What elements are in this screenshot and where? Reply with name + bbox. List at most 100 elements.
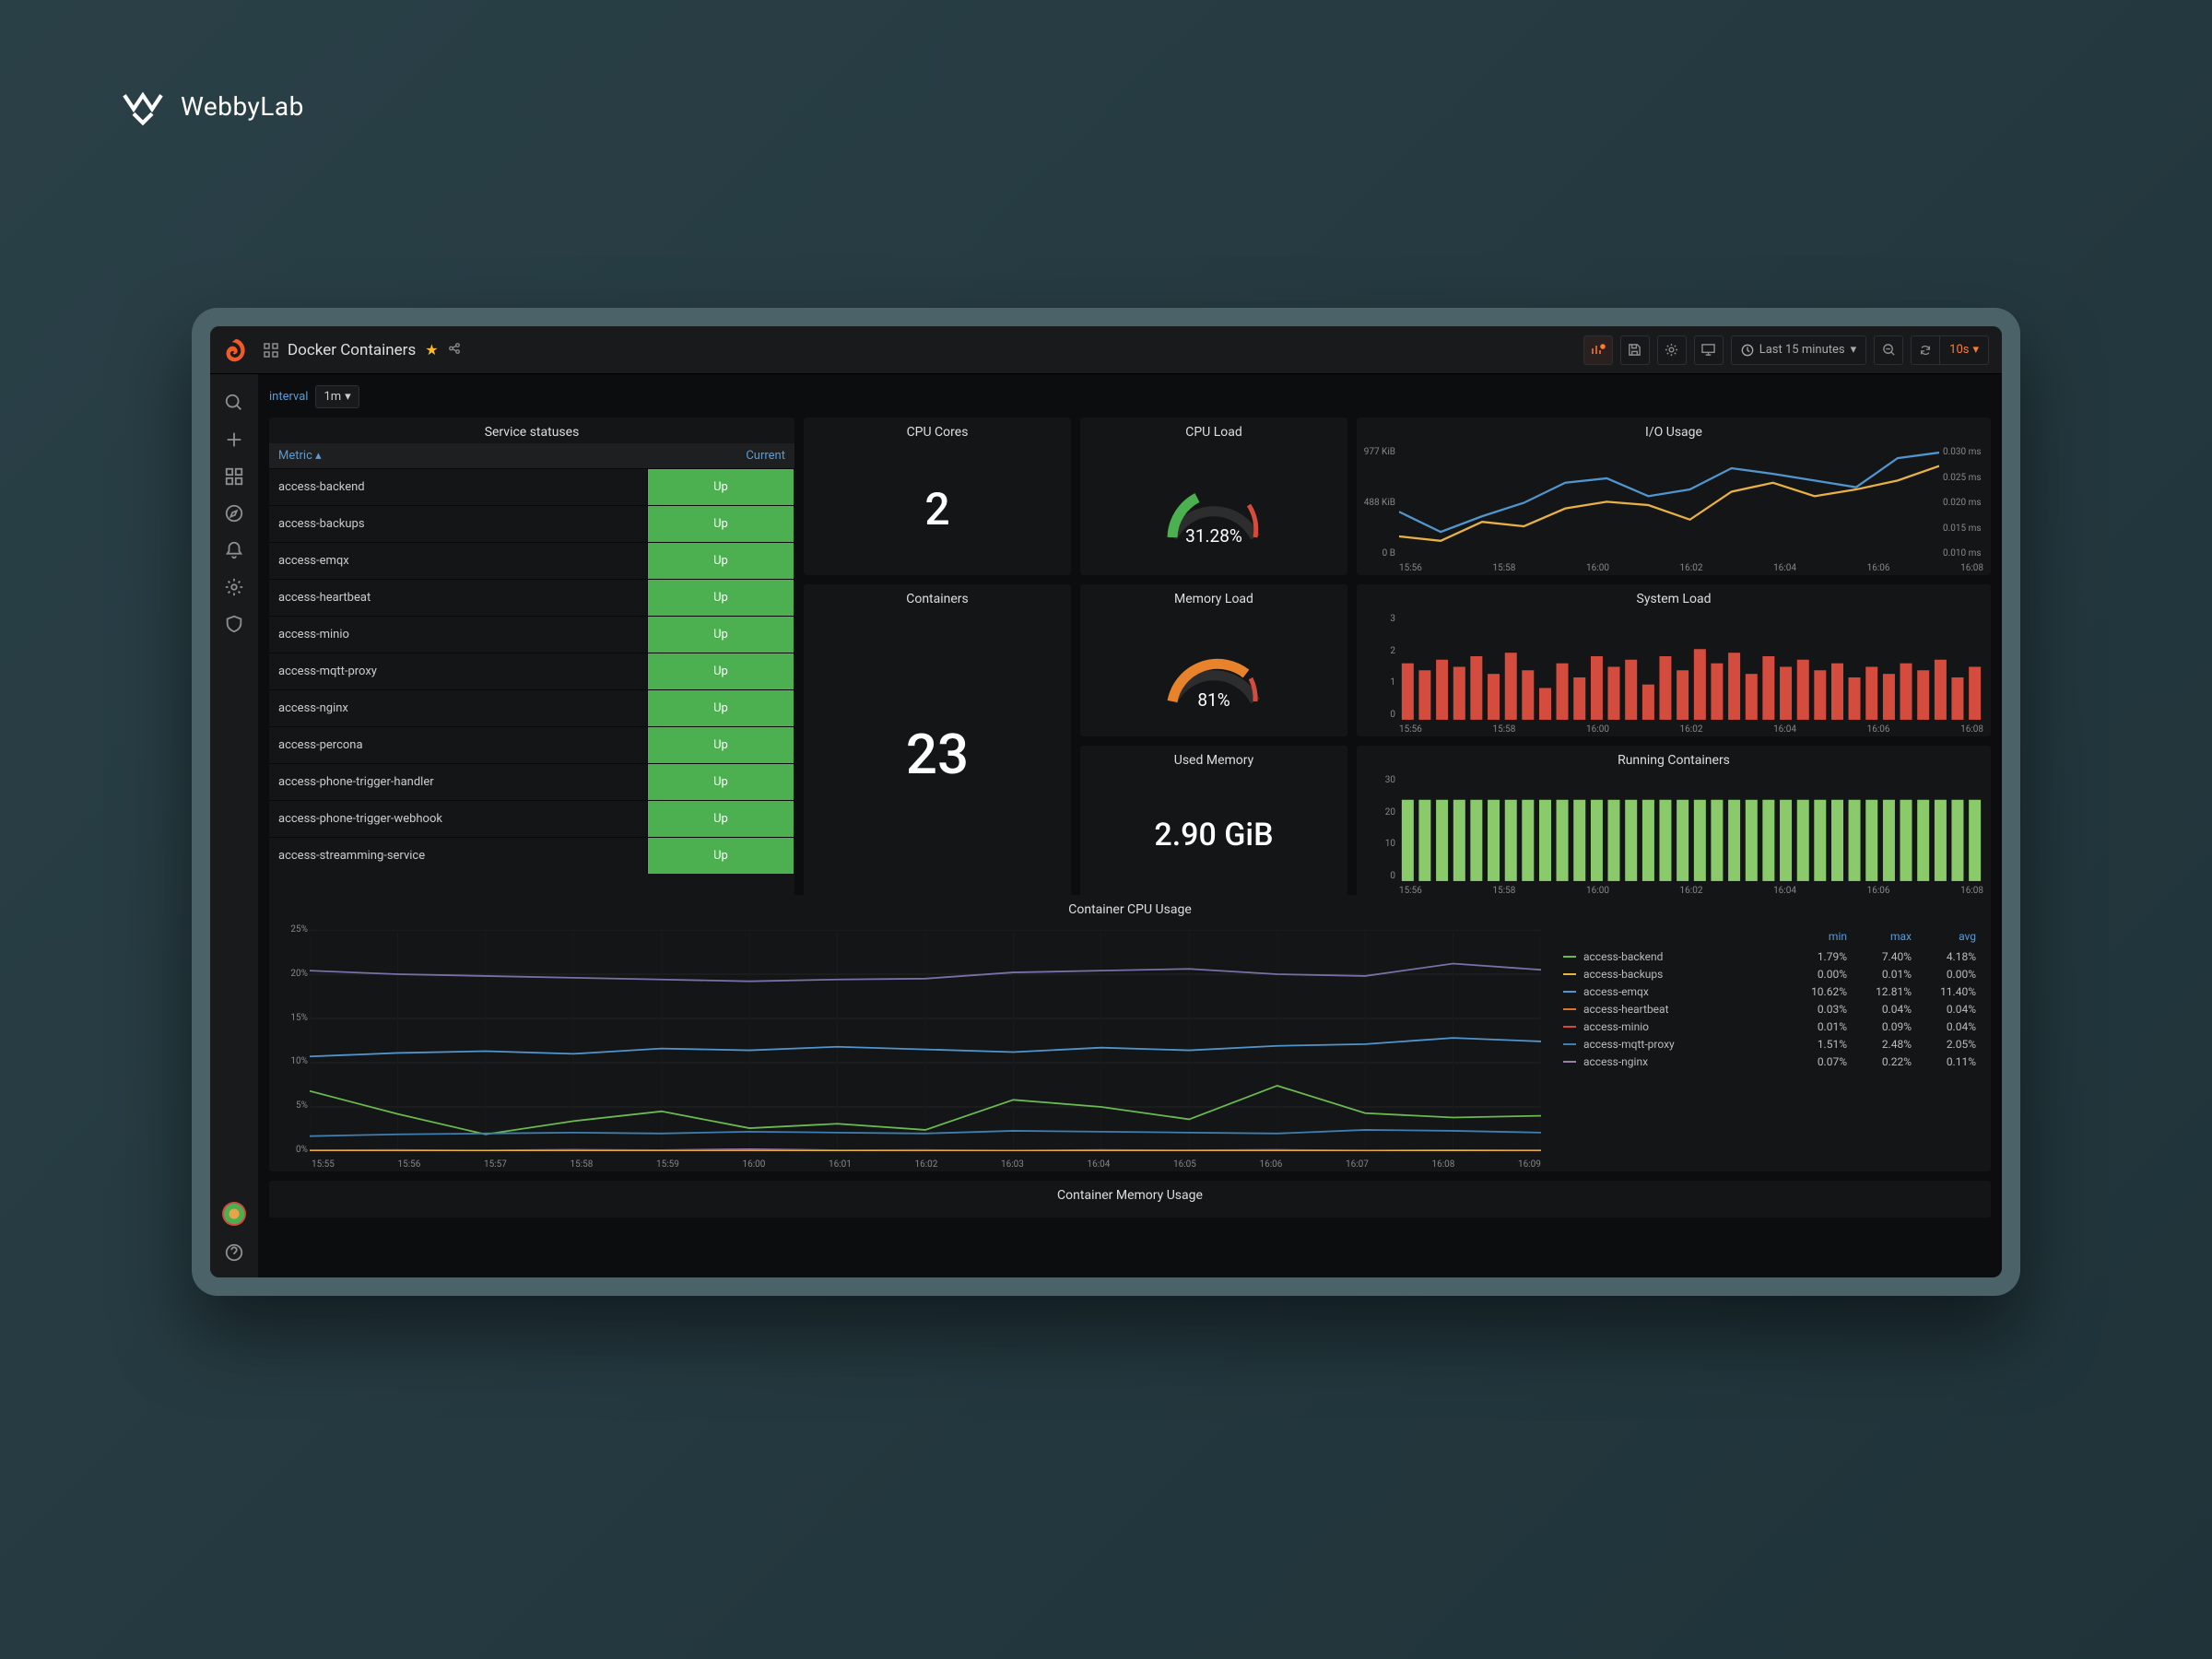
status-badge: Up xyxy=(647,801,794,837)
table-header: Metric ▴ Current xyxy=(269,443,794,468)
panel-title: Running Containers xyxy=(1357,746,1991,771)
metric-name: access-mqtt-proxy xyxy=(269,665,647,678)
panel-system-load[interactable]: System Load 3210 15:5615:5816:0016:0216:… xyxy=(1357,584,1991,736)
shield-icon[interactable] xyxy=(224,614,244,634)
share-icon[interactable] xyxy=(448,341,461,359)
config-icon[interactable] xyxy=(224,577,244,597)
status-badge: Up xyxy=(647,653,794,689)
status-badge: Up xyxy=(647,727,794,763)
gauge-value: 31.28% xyxy=(1159,525,1269,547)
metric-name: access-heartbeat xyxy=(269,591,647,605)
alerting-icon[interactable] xyxy=(224,540,244,560)
status-badge: Up xyxy=(647,580,794,616)
chevron-down-icon: ▾ xyxy=(345,390,351,404)
zoom-out-icon[interactable] xyxy=(1874,335,1903,365)
top-bar: Docker Containers ★ Last 15 minutes ▾ 10… xyxy=(210,326,2002,374)
sort-asc-icon: ▴ xyxy=(315,449,322,463)
metric-name: access-phone-trigger-webhook xyxy=(269,812,647,826)
help-icon[interactable] xyxy=(224,1242,244,1263)
legend-row[interactable]: access-backend1.79%7.40%4.18% xyxy=(1563,950,1976,963)
legend-row[interactable]: access-nginx0.07%0.22%0.11% xyxy=(1563,1055,1976,1068)
var-interval-select[interactable]: 1m▾ xyxy=(315,385,359,408)
search-icon[interactable] xyxy=(224,393,244,413)
panel-running-containers[interactable]: Running Containers 3020100 15:5615:5816:… xyxy=(1357,746,1991,898)
panel-title: Container CPU Usage xyxy=(269,895,1991,921)
legend-row[interactable]: access-mqtt-proxy1.51%2.48%2.05% xyxy=(1563,1038,1976,1051)
refresh-icon[interactable] xyxy=(1911,335,1940,365)
metric-name: access-backend xyxy=(269,480,647,494)
panel-title: I/O Usage xyxy=(1357,418,1991,443)
brand-logo: WebbyLab xyxy=(120,83,304,129)
panel-memory-load[interactable]: Memory Load 81% xyxy=(1080,584,1347,736)
metric-name: access-percona xyxy=(269,738,647,752)
gauge-value: 81% xyxy=(1159,689,1269,711)
table-row: access-phone-trigger-webhookUp xyxy=(269,800,794,837)
star-icon[interactable]: ★ xyxy=(425,341,438,359)
screen: Docker Containers ★ Last 15 minutes ▾ 10… xyxy=(210,326,2002,1277)
var-interval-label: interval xyxy=(269,390,308,404)
add-panel-icon[interactable] xyxy=(1583,335,1613,365)
legend: minmaxavg access-backend1.79%7.40%4.18%a… xyxy=(1548,921,1991,1171)
refresh-interval[interactable]: 10s▾ xyxy=(1940,335,1989,365)
table-row: access-streamming-serviceUp xyxy=(269,837,794,874)
metric-name: access-emqx xyxy=(269,554,647,568)
stat-value: 2 xyxy=(804,443,1071,575)
panel-title: Used Memory xyxy=(1080,746,1347,771)
panel-title: Service statuses xyxy=(269,418,794,443)
variable-row: interval 1m▾ xyxy=(269,385,1991,408)
plus-icon[interactable] xyxy=(224,429,244,450)
stat-value: 2.90 GiB xyxy=(1080,771,1347,898)
status-badge: Up xyxy=(647,617,794,653)
panel-io-usage[interactable]: I/O Usage 977 KiB488 KiB0 B 0.030 ms0.02… xyxy=(1357,418,1991,575)
dashboards-icon[interactable] xyxy=(224,466,244,487)
panel-cpu-cores[interactable]: CPU Cores 2 xyxy=(804,418,1071,575)
legend-row[interactable]: access-emqx10.62%12.81%11.40% xyxy=(1563,985,1976,998)
main: interval 1m▾ Service statuses Metric ▴ C… xyxy=(258,374,2002,1277)
dashboard-title[interactable]: Docker Containers xyxy=(288,341,416,359)
metric-name: access-phone-trigger-handler xyxy=(269,775,647,789)
explore-icon[interactable] xyxy=(224,503,244,524)
table-row: access-mqtt-proxyUp xyxy=(269,653,794,689)
panel-title: Container Memory Usage xyxy=(269,1181,1991,1206)
panel-cpu-load[interactable]: CPU Load 31.28% xyxy=(1080,418,1347,575)
dashboard-icon xyxy=(264,343,278,358)
monitor-icon[interactable] xyxy=(1694,335,1724,365)
panel-service-statuses[interactable]: Service statuses Metric ▴ Current access… xyxy=(269,418,794,898)
brand-name: WebbyLab xyxy=(181,91,304,122)
grafana-logo-icon xyxy=(223,337,249,363)
status-badge: Up xyxy=(647,506,794,542)
table-row: access-backupsUp xyxy=(269,505,794,542)
stat-value: 23 xyxy=(804,610,1071,898)
device-frame: Docker Containers ★ Last 15 minutes ▾ 10… xyxy=(192,308,2020,1296)
sidebar xyxy=(210,374,258,1277)
table-row: access-emqxUp xyxy=(269,542,794,579)
panel-title: CPU Cores xyxy=(804,418,1071,443)
status-badge: Up xyxy=(647,838,794,874)
table-row: access-minioUp xyxy=(269,616,794,653)
panel-container-cpu-usage[interactable]: Container CPU Usage 25%20%15%10%5%0% 15:… xyxy=(269,895,1991,1171)
table-row: access-perconaUp xyxy=(269,726,794,763)
settings-icon[interactable] xyxy=(1657,335,1687,365)
legend-row[interactable]: access-minio0.01%0.09%0.04% xyxy=(1563,1020,1976,1033)
legend-row[interactable]: access-heartbeat0.03%0.04%0.04% xyxy=(1563,1003,1976,1016)
metric-name: access-nginx xyxy=(269,701,647,715)
panel-used-memory[interactable]: Used Memory 2.90 GiB xyxy=(1080,746,1347,898)
chevron-down-icon: ▾ xyxy=(1972,343,1979,357)
clock-icon xyxy=(1741,344,1754,357)
time-range-label: Last 15 minutes xyxy=(1759,343,1845,357)
table-row: access-heartbeatUp xyxy=(269,579,794,616)
chevron-down-icon: ▾ xyxy=(1851,343,1857,357)
panel-container-memory-usage[interactable]: Container Memory Usage xyxy=(269,1181,1991,1218)
time-range-picker[interactable]: Last 15 minutes ▾ xyxy=(1731,335,1866,365)
status-badge: Up xyxy=(647,764,794,800)
panel-containers[interactable]: Containers 23 xyxy=(804,584,1071,898)
save-icon[interactable] xyxy=(1620,335,1650,365)
status-badge: Up xyxy=(647,543,794,579)
panel-title: CPU Load xyxy=(1080,418,1347,443)
avatar[interactable] xyxy=(222,1202,246,1226)
panel-title: Memory Load xyxy=(1080,584,1347,610)
panel-title: Containers xyxy=(804,584,1071,610)
status-badge: Up xyxy=(647,469,794,505)
table-row: access-nginxUp xyxy=(269,689,794,726)
legend-row[interactable]: access-backups0.00%0.01%0.00% xyxy=(1563,968,1976,981)
